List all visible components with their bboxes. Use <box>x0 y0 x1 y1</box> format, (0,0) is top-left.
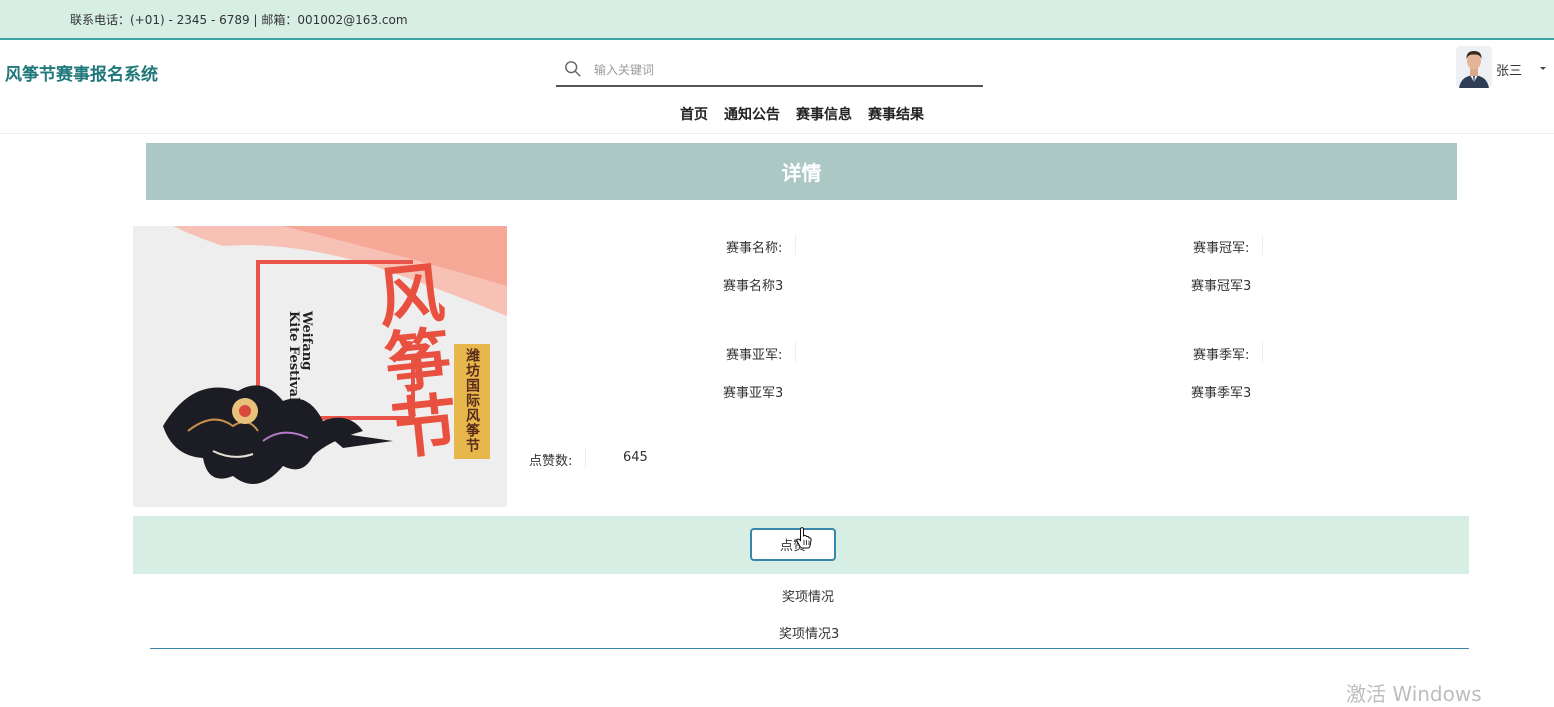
avatar[interactable] <box>1456 46 1492 88</box>
champion-label: 赛事冠军: <box>1193 235 1264 256</box>
nav-event-result[interactable]: 赛事结果 <box>868 104 924 124</box>
runner-up-label: 赛事亚军: <box>726 342 797 363</box>
champion-value: 赛事冠军3 <box>1191 279 1252 294</box>
runner-up-value: 赛事亚军3 <box>723 386 784 401</box>
award-value: 奖项情况3 <box>779 627 840 642</box>
event-name-value: 赛事名称3 <box>723 279 784 294</box>
like-button[interactable]: 点赞 <box>750 528 836 561</box>
event-poster-image: 风筝节 Weifang Kite Festival 潍坊国际风筝节 <box>133 226 507 507</box>
page-title: 详情 <box>146 143 1457 200</box>
search-input[interactable] <box>594 59 974 81</box>
site-logo[interactable]: 风筝节赛事报名系统 <box>5 60 158 85</box>
windows-activation-watermark: 激活 Windows <box>1346 682 1482 706</box>
contact-bar: 联系电话：(+01) - 2345 - 6789 | 邮箱：001002@163… <box>0 0 1554 40</box>
hand-cursor-icon <box>796 527 812 549</box>
user-name: 张三 <box>1496 64 1523 79</box>
third-place-label: 赛事季军: <box>1193 342 1264 363</box>
poster-english-line2: Kite Festival <box>286 311 301 402</box>
nav-notice[interactable]: 通知公告 <box>724 104 780 124</box>
chevron-down-icon[interactable] <box>1538 64 1548 72</box>
contact-info: 联系电话：(+01) - 2345 - 6789 | 邮箱：001002@163… <box>70 13 408 27</box>
search-icon[interactable] <box>564 60 582 78</box>
likes-label: 点赞数: <box>529 448 587 469</box>
event-name-label: 赛事名称: <box>726 235 797 256</box>
nav-home[interactable]: 首页 <box>680 104 708 124</box>
divider <box>150 648 1469 649</box>
third-place-value: 赛事季军3 <box>1191 386 1252 401</box>
site-header: 风筝节赛事报名系统 张三 首页 通知公告 赛事信息 赛事结 <box>0 42 1554 134</box>
search-box <box>556 54 983 87</box>
poster-vertical-label: 潍坊国际风筝节 <box>464 347 480 453</box>
nav-event-info[interactable]: 赛事信息 <box>796 104 852 124</box>
award-label: 奖项情况 <box>782 590 835 605</box>
likes-value: 645 <box>623 450 648 465</box>
